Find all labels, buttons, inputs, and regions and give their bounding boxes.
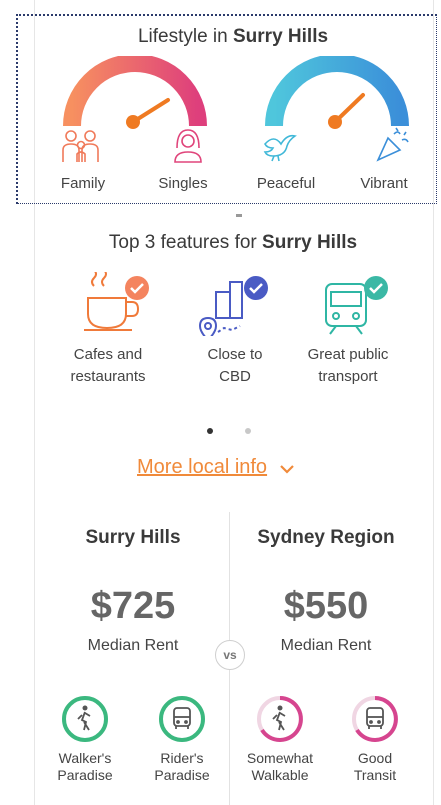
transit-score-label-left: Rider's Paradise (154, 750, 210, 783)
vs-badge: vs (215, 640, 245, 670)
pagination-dot[interactable] (245, 428, 251, 434)
median-rent-label-right: Median Rent (280, 637, 372, 654)
walker-icon (77, 705, 91, 731)
feature-cafes-label: Cafes and restaurants (70, 346, 146, 385)
median-rent-sydney: $550 (283, 585, 369, 627)
bus-icon (173, 707, 191, 729)
walker-icon (272, 705, 286, 731)
gauge-label-vibrant: Vibrant (360, 175, 408, 192)
transit-score-label-right: Good Transit (353, 750, 397, 783)
carousel-marker (236, 214, 242, 217)
city-map-icon (198, 276, 268, 336)
bus-icon (366, 707, 384, 729)
walk-score-label-right: Somewhat Walkable (246, 750, 314, 783)
train-icon (325, 276, 388, 335)
transit-score-ring-right (352, 696, 398, 742)
more-local-info-label[interactable]: More local info (137, 456, 267, 478)
median-rent-label-left: Median Rent (87, 637, 179, 654)
pagination-dot-active[interactable] (207, 428, 213, 434)
region-name-sydney: Sydney Region (257, 527, 395, 548)
walk-score-label-left: Walker's Paradise (57, 750, 113, 783)
family-icon (62, 130, 99, 162)
feature-transport-label: Great public transport (307, 346, 389, 385)
walk-score-ring-right (257, 696, 303, 742)
chevron-down-icon[interactable] (278, 463, 296, 475)
dove-icon (263, 134, 297, 162)
features-title: Top 3 features for Surry Hills (108, 232, 358, 253)
region-name-surry-hills: Surry Hills (85, 527, 181, 548)
median-rent-surry-hills: $725 (90, 585, 176, 627)
gauge-label-family: Family (60, 175, 106, 192)
transit-score-ring-left (159, 696, 205, 742)
lifestyle-title: Lifestyle in Surry Hills (137, 26, 329, 47)
single-person-icon (174, 129, 202, 163)
walk-score-ring-left (62, 696, 108, 742)
gauge-label-singles: Singles (158, 175, 208, 192)
gauge-label-peaceful: Peaceful (256, 175, 316, 192)
party-popper-icon (376, 127, 409, 162)
more-local-info-link[interactable]: More local info (137, 456, 296, 479)
coffee-cup-icon (84, 272, 149, 331)
feature-cbd-label: Close to CBD (207, 346, 263, 385)
